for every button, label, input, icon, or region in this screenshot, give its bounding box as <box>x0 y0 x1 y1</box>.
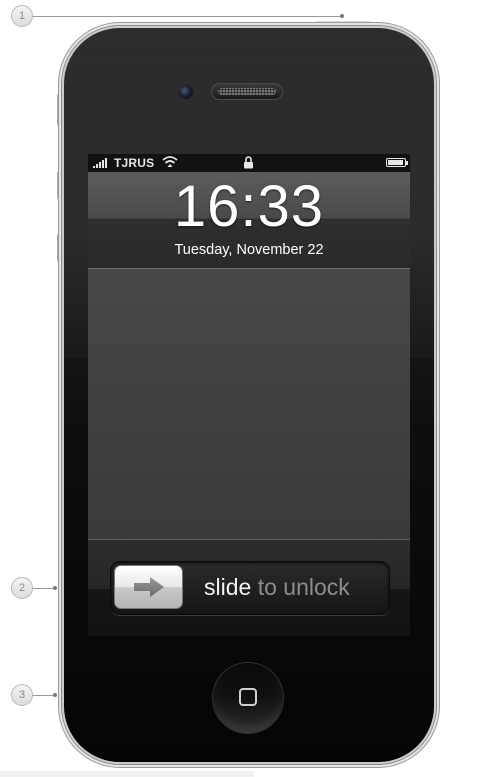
battery-fill <box>388 160 403 165</box>
speaker-grill <box>218 88 276 95</box>
battery-icon <box>386 158 408 167</box>
callout-2-leader <box>33 588 55 589</box>
home-square-icon <box>239 688 257 706</box>
horizontal-scroll-strip <box>0 771 254 777</box>
slide-label-highlight: slide <box>204 574 252 600</box>
status-bar: TJRUS <box>88 154 410 172</box>
lock-screen: TJRUS 16:33 Tuesday, November 22 slide t… <box>88 154 410 636</box>
callout-1: 1 <box>11 5 33 27</box>
slide-to-unlock-panel: slide to unlock <box>88 539 410 636</box>
callout-3: 3 <box>11 684 33 706</box>
callout-3-leader <box>33 695 55 696</box>
lock-time: 16:33 <box>173 174 325 239</box>
padlock-icon <box>244 156 253 169</box>
callout-1-leader <box>33 16 341 17</box>
wallpaper-area <box>88 269 410 539</box>
wifi-icon <box>162 156 178 167</box>
arrow-right-icon <box>133 577 164 597</box>
callout-3-leader-end <box>53 693 57 697</box>
signal-bars-icon <box>93 158 107 168</box>
carrier-name: TJRUS <box>114 156 155 170</box>
callout-2-leader-end <box>53 586 57 590</box>
slide-label-rest: to unlock <box>251 574 350 600</box>
slide-to-unlock-label: slide to unlock <box>204 574 350 601</box>
home-button[interactable] <box>212 662 284 734</box>
unlock-slider-track[interactable]: slide to unlock <box>110 561 390 615</box>
clock-panel: 16:33 Tuesday, November 22 <box>88 172 410 269</box>
unlock-slider-knob[interactable] <box>114 565 183 609</box>
lock-date: Tuesday, November 22 <box>174 242 324 258</box>
front-camera <box>178 84 194 100</box>
callout-2: 2 <box>11 577 33 599</box>
callout-1-leader-end <box>340 14 344 18</box>
earpiece-speaker <box>211 83 283 100</box>
